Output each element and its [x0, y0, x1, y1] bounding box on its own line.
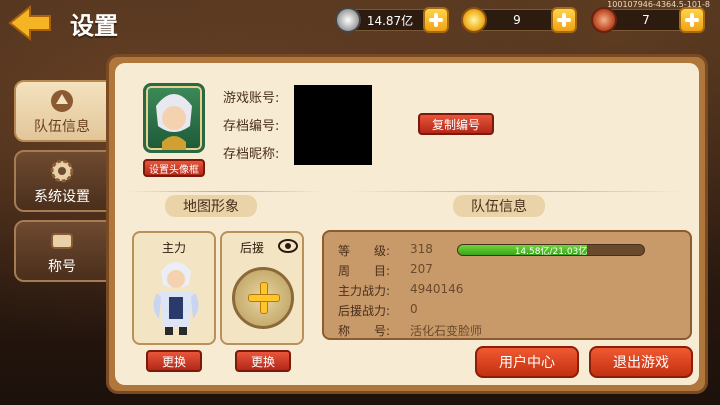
scroll-icon [51, 233, 73, 249]
team-info-title: 队伍信息 [453, 195, 545, 217]
main-power-value: 4940146 [410, 282, 464, 296]
main-power-key: 主力战力: [338, 284, 391, 298]
save-id-label: 存档编号: [223, 119, 280, 134]
account-label: 游戏账号: [223, 91, 280, 106]
exit-game-button[interactable]: 退出游戏 [589, 346, 693, 378]
level-row: 等 级: 318 [338, 242, 433, 259]
tab-system-settings[interactable]: 系统设置 [14, 150, 110, 212]
title-row: 称 号: 活化石变脸师 [338, 322, 482, 339]
week-key: 周 目: [338, 264, 391, 278]
silver-coin-icon [335, 7, 361, 33]
back-button[interactable] [8, 4, 54, 42]
add-meat-button[interactable] [679, 7, 705, 33]
page-title: 设置 [70, 12, 118, 40]
exp-bar: 14.58亿/21.03亿 [457, 244, 645, 256]
eye-icon[interactable] [278, 239, 298, 253]
add-backup-slot[interactable] [232, 267, 294, 329]
week-row: 周 目: 207 [338, 262, 433, 279]
silver-resource: 14.87亿 [335, 7, 449, 33]
set-avatar-frame-button[interactable]: 设置头像框 [143, 159, 205, 177]
level-key: 等 级: [338, 244, 391, 258]
meat-icon [591, 7, 617, 33]
backup-power-value: 0 [410, 302, 418, 316]
exp-text: 14.58亿/21.03亿 [514, 247, 588, 256]
divider-left [125, 191, 325, 192]
tab-label: 系统设置 [34, 189, 90, 205]
tab-label: 称号 [48, 259, 76, 275]
replace-main-button[interactable]: 更换 [146, 350, 202, 372]
hero-portrait-icon [156, 94, 192, 150]
main-character-sprite-icon [153, 262, 199, 335]
copy-id-button[interactable]: 复制编号 [418, 113, 494, 135]
panel-inner: 设置头像框 游戏账号: 存档编号: 存档昵称: 复制编号 地图形象 队伍信息 主… [115, 63, 699, 385]
gold-resource: 9 [461, 7, 577, 33]
player-avatar[interactable] [143, 83, 205, 153]
main-card-title: 主力 [161, 241, 186, 255]
meat-resource: 7 [591, 7, 705, 33]
back-arrow-icon [8, 4, 51, 42]
backup-power-key: 后援战力: [338, 304, 391, 318]
user-center-button[interactable]: 用户中心 [475, 346, 579, 378]
backup-power-row: 后援战力: 0 [338, 302, 418, 319]
backup-character-card[interactable]: 后援 [220, 231, 304, 345]
divider-right [345, 191, 685, 192]
main-power-row: 主力战力: 4940146 [338, 282, 463, 299]
tab-title[interactable]: 称号 [14, 220, 110, 282]
redacted-account-info [294, 85, 372, 165]
level-value: 318 [410, 242, 433, 256]
add-gold-button[interactable] [551, 7, 577, 33]
gear-icon [50, 159, 74, 183]
main-character-card[interactable]: 主力 [132, 231, 216, 345]
replace-backup-button[interactable]: 更换 [235, 350, 291, 372]
gold-ingot-icon [461, 7, 487, 33]
title-value: 活化石变脸师 [410, 324, 483, 338]
tab-team-info[interactable]: 队伍信息 [14, 80, 110, 142]
title-key: 称 号: [338, 324, 391, 338]
tab-label: 队伍信息 [34, 119, 90, 135]
plus-icon-horizontal [248, 294, 280, 302]
save-nickname-label: 存档昵称: [223, 147, 280, 162]
team-icon [51, 90, 73, 112]
week-value: 207 [410, 262, 433, 276]
add-silver-button[interactable] [423, 7, 449, 33]
team-info-box: 等 级: 318 14.58亿/21.03亿 周 目: 207 主力战力: 49… [322, 230, 692, 340]
map-image-title: 地图形象 [165, 195, 257, 217]
main-panel: 设置头像框 游戏账号: 存档编号: 存档昵称: 复制编号 地图形象 队伍信息 主… [106, 54, 708, 394]
